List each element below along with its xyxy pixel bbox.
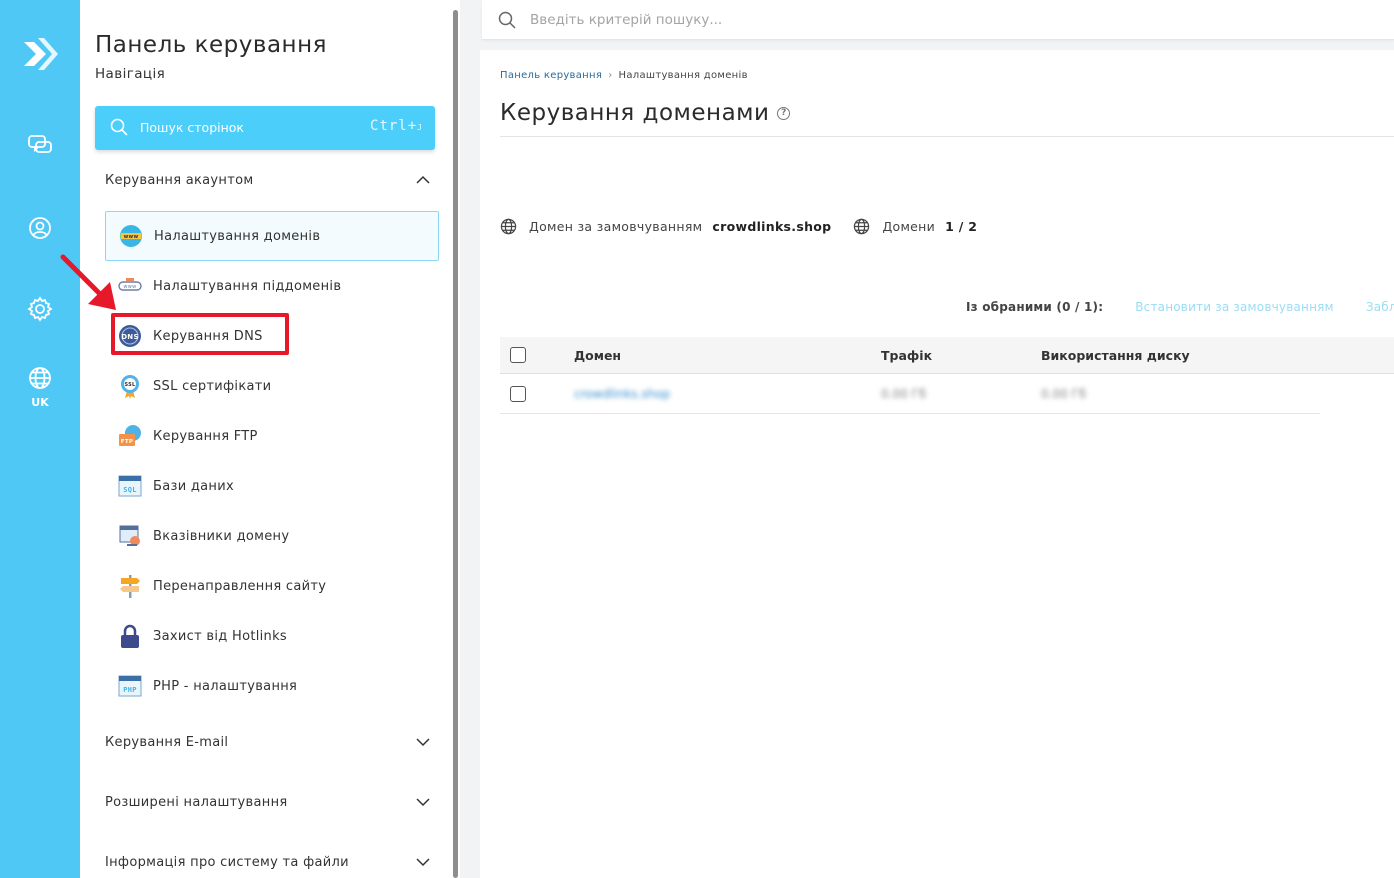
- default-domain-value: crowdlinks.shop: [712, 219, 832, 234]
- menu-item-label: SSL сертифікати: [153, 378, 272, 394]
- menu-item-label: Бази даних: [153, 478, 234, 494]
- top-search-bar: [482, 0, 1394, 40]
- row-mask: [1320, 375, 1394, 414]
- menu-item-label: Захист від Hotlinks: [153, 628, 287, 644]
- disk-usage-value: 0.00 Гб: [1041, 387, 1087, 401]
- menu-item-ftp-management[interactable]: FTP Керування FTP: [105, 411, 439, 461]
- menu-item-subdomain-settings[interactable]: www Налаштування піддоменів: [105, 261, 439, 311]
- block-button[interactable]: Забло: [1366, 300, 1394, 314]
- breadcrumb: Панель керування › Налаштування доменів: [500, 70, 748, 81]
- nav-scrollbar[interactable]: [452, 0, 460, 878]
- chevron-down-icon: [416, 858, 430, 867]
- sql-database-icon: SQL: [117, 473, 143, 499]
- navigation-panel: Панель керування Навігація Пошук сторіно…: [80, 0, 452, 878]
- domains-count-label: Домени: [882, 219, 936, 234]
- menu-item-dns-management[interactable]: DNS Керування DNS: [105, 311, 439, 361]
- gear-icon[interactable]: [26, 295, 54, 323]
- svg-text:SSL: SSL: [124, 382, 136, 388]
- page-search-label: Пошук сторінок: [140, 120, 244, 135]
- signpost-icon: [117, 573, 143, 599]
- help-icon[interactable]: ?: [777, 106, 791, 120]
- menu-item-domain-settings[interactable]: www Налаштування доменів: [105, 211, 439, 261]
- www-globe-icon: www: [118, 223, 144, 249]
- divider: [500, 136, 1394, 137]
- menu-item-label: Перенаправлення сайту: [153, 578, 327, 594]
- chevron-up-icon: [416, 175, 430, 184]
- svg-text:SQL: SQL: [123, 486, 137, 494]
- search-icon: [498, 11, 516, 33]
- chevron-down-icon: [416, 738, 430, 747]
- svg-text:PHP: PHP: [123, 686, 137, 694]
- subdomain-icon: www: [117, 273, 143, 299]
- menu-item-label: Керування DNS: [153, 328, 263, 344]
- menu-item-ssl-certificates[interactable]: SSL SSL сертифікати: [105, 361, 439, 411]
- php-icon: PHP: [117, 673, 143, 699]
- table-row: crowdlinks.shop 0.00 Гб 0.00 Гб: [500, 375, 1394, 414]
- ssl-badge-icon: SSL: [117, 373, 143, 399]
- nav-title: Панель керування: [95, 32, 327, 58]
- section-label: Розширені налаштування: [105, 794, 288, 810]
- domain-link[interactable]: crowdlinks.shop: [574, 387, 670, 401]
- section-system-info-files[interactable]: Інформація про систему та файли: [105, 847, 430, 877]
- keyboard-shortcut: Ctrl+J: [370, 118, 423, 134]
- svg-text:www: www: [123, 284, 136, 290]
- language-label[interactable]: UK: [0, 396, 80, 409]
- column-header-traffic[interactable]: Трафік: [881, 348, 932, 363]
- section-advanced-settings[interactable]: Розширені налаштування: [105, 787, 430, 817]
- table-header: Домен Трафік Використання диску: [500, 337, 1394, 374]
- menu-item-label: PHP - налаштування: [153, 678, 298, 694]
- page-search-button[interactable]: Пошук сторінок Ctrl+J: [95, 106, 435, 150]
- section-label: Інформація про систему та файли: [105, 854, 349, 870]
- traffic-value: 0.00 Гб: [881, 387, 927, 401]
- menu-item-label: Налаштування піддоменів: [153, 278, 342, 294]
- section-email-management[interactable]: Керування E-mail: [105, 727, 430, 757]
- search-icon: [110, 118, 128, 140]
- logo-icon[interactable]: [20, 34, 60, 74]
- row-checkbox[interactable]: [510, 386, 526, 402]
- main-content: Панель керування › Налаштування доменів …: [480, 50, 1394, 878]
- domain-info-row: Домен за замовчуванням crowdlinks.shop Д…: [500, 218, 977, 235]
- menu-item-hotlink-protection[interactable]: Захист від Hotlinks: [105, 611, 439, 661]
- dns-icon: DNS: [117, 323, 143, 349]
- menu-item-databases[interactable]: SQL Бази даних: [105, 461, 439, 511]
- page-title-text: Керування доменами: [500, 100, 770, 126]
- chevron-right-icon: ›: [608, 70, 613, 81]
- menu-item-label: Вказівники домену: [153, 528, 290, 544]
- domain-pointer-icon: [117, 523, 143, 549]
- chat-icon[interactable]: [26, 132, 54, 160]
- breadcrumb-current: Налаштування доменів: [618, 70, 748, 81]
- menu-item-label: Керування FTP: [153, 428, 258, 444]
- column-header-domain[interactable]: Домен: [574, 348, 621, 363]
- default-domain-label: Домен за замовчуванням: [529, 219, 703, 234]
- bulk-actions: Із обраними (0 / 1): Встановити за замов…: [966, 300, 1394, 314]
- lock-icon: [117, 623, 143, 649]
- globe-icon: [853, 218, 870, 235]
- section-label: Керування E-mail: [105, 734, 229, 750]
- chevron-down-icon: [416, 798, 430, 807]
- svg-text:FTP: FTP: [121, 439, 133, 445]
- globe-icon[interactable]: [26, 364, 54, 392]
- menu-item-php-settings[interactable]: PHP PHP - налаштування: [105, 661, 439, 711]
- scrollbar-thumb[interactable]: [453, 10, 458, 878]
- nav-subtitle: Навігація: [95, 66, 166, 82]
- bulk-selected-label: Із обраними (0 / 1):: [966, 300, 1104, 314]
- column-header-disk-usage[interactable]: Використання диску: [1041, 348, 1190, 363]
- menu-item-label: Налаштування доменів: [154, 228, 321, 244]
- user-icon[interactable]: [26, 214, 54, 242]
- svg-text:www: www: [124, 234, 139, 240]
- ftp-folder-icon: FTP: [117, 423, 143, 449]
- section-account-management[interactable]: Керування акаунтом: [105, 165, 430, 195]
- menu-item-domain-pointers[interactable]: Вказівники домену: [105, 511, 439, 561]
- globe-icon: [500, 218, 517, 235]
- select-all-checkbox[interactable]: [510, 347, 526, 363]
- breadcrumb-root-link[interactable]: Панель керування: [500, 70, 602, 81]
- menu-item-site-redirection[interactable]: Перенаправлення сайту: [105, 561, 439, 611]
- svg-text:DNS: DNS: [121, 333, 139, 341]
- section-label: Керування акаунтом: [105, 172, 254, 188]
- page-title: Керування доменами ?: [500, 100, 791, 126]
- domains-count-value: 1 / 2: [945, 219, 978, 234]
- set-default-button[interactable]: Встановити за замовчуванням: [1135, 300, 1334, 314]
- left-rail: UK: [0, 0, 80, 878]
- search-input[interactable]: [530, 8, 1230, 32]
